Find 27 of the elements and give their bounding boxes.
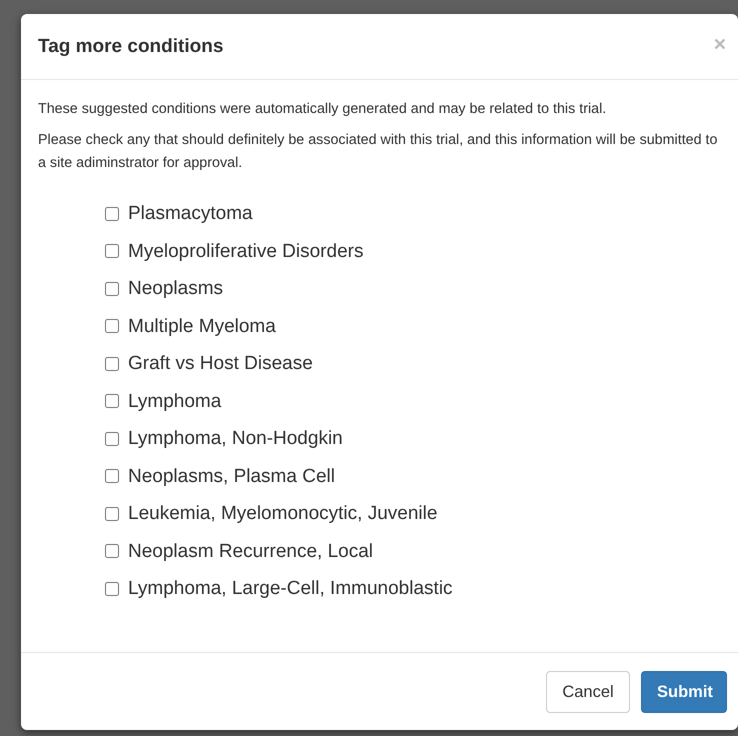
condition-label: Lymphoma: [128, 390, 222, 413]
checkbox[interactable]: [105, 469, 119, 484]
dialog-title: Tag more conditions: [38, 36, 224, 58]
checkbox[interactable]: [105, 394, 119, 408]
checkbox[interactable]: [105, 244, 119, 258]
condition-label: Lymphoma, Large-Cell, Immunoblastic: [128, 577, 453, 600]
checkbox[interactable]: [105, 206, 119, 221]
condition-label: Lymphoma, Non-Hodgkin: [128, 427, 343, 450]
condition-label: Myeloproliferative Disorders: [128, 240, 364, 263]
submit-button[interactable]: Submit: [641, 671, 727, 713]
condition-label: Multiple Myeloma: [128, 314, 276, 338]
checkbox[interactable]: [105, 356, 119, 371]
checkbox[interactable]: [105, 506, 119, 521]
condition-label: Neoplasms, Plasma Cell: [128, 464, 335, 488]
checkbox[interactable]: [105, 544, 119, 558]
intro-text: These suggested conditions were automatically generated and may be related to this trial.: [38, 100, 608, 119]
checkbox[interactable]: [105, 282, 119, 296]
condition-label: Neoplasm Recurrence, Local: [128, 540, 374, 563]
condition-label: Graft vs Host Disease: [128, 352, 313, 376]
checkbox[interactable]: [105, 582, 119, 596]
condition-label: Leukemia, Myelomonocytic, Juvenile: [128, 502, 438, 526]
condition-label: Neoplasms: [128, 277, 224, 300]
condition-label: Plasmacytoma: [128, 202, 253, 226]
checkbox[interactable]: [105, 319, 119, 334]
cancel-button[interactable]: Cancel: [546, 671, 630, 713]
instructions-text: Please check any that should definitely be associated with this trial, and this information will be submitted to a site adiminstrator for approval.: [38, 131, 718, 173]
checkbox[interactable]: [105, 432, 119, 446]
